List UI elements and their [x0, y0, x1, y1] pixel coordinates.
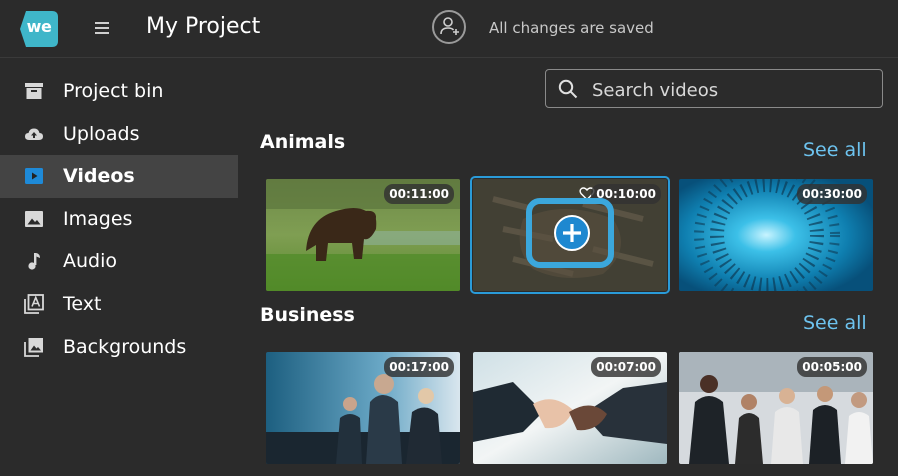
see-all-animals-link[interactable]: See all — [803, 139, 867, 161]
video-icon — [25, 168, 43, 185]
text-icon — [24, 294, 44, 314]
add-to-project-highlight — [526, 198, 614, 268]
video-duration: 00:30:00 — [797, 184, 867, 204]
sidebar-item-label: Project bin — [63, 80, 164, 102]
sidebar-item-label: Text — [63, 292, 102, 315]
sidebar-item-label: Images — [63, 207, 133, 230]
sidebar-item-audio[interactable]: Audio — [0, 240, 238, 283]
video-duration: 00:07:00 — [591, 357, 661, 377]
sidebar-item-backgrounds[interactable]: Backgrounds — [0, 326, 238, 369]
video-duration: 00:17:00 — [384, 357, 454, 377]
see-all-business-link[interactable]: See all — [803, 312, 867, 334]
project-title[interactable]: My Project — [146, 14, 260, 39]
video-thumbnail-fish[interactable]: 00:30:00 — [679, 179, 873, 291]
app-logo[interactable]: we — [18, 9, 60, 49]
search-icon — [558, 79, 578, 99]
image-icon — [25, 210, 43, 227]
section-title-business: Business — [260, 304, 355, 326]
sidebar-item-label: Audio — [63, 250, 118, 273]
video-thumbnail-team[interactable]: 00:05:00 — [679, 352, 873, 464]
video-thumbnail-tiger[interactable]: 00:10:00 — [470, 176, 670, 294]
sidebar-item-text[interactable]: Text — [0, 283, 238, 326]
sidebar-item-label: Videos — [63, 165, 135, 188]
archive-icon — [25, 83, 43, 99]
search-input[interactable] — [590, 76, 874, 104]
sidebar-item-label: Uploads — [63, 122, 140, 145]
video-duration: 00:05:00 — [797, 357, 867, 377]
video-duration: 00:11:00 — [384, 184, 454, 204]
sidebar-item-label: Backgrounds — [63, 335, 187, 358]
add-to-project-button[interactable] — [554, 215, 590, 251]
search-box — [545, 69, 883, 108]
video-thumbnail-bear[interactable]: 00:11:00 — [266, 179, 460, 291]
add-user-icon — [440, 17, 459, 35]
sidebar-item-videos[interactable]: Videos — [0, 155, 238, 198]
hamburger-menu-icon[interactable] — [93, 19, 111, 37]
music-note-icon — [28, 253, 40, 270]
sidebar-item-uploads[interactable]: Uploads — [0, 113, 238, 156]
backgrounds-icon — [24, 337, 43, 357]
sidebar-item-images[interactable]: Images — [0, 198, 238, 241]
cloud-upload-icon — [25, 128, 43, 140]
sidebar-item-project-bin[interactable]: Project bin — [0, 70, 238, 113]
logo-text: we — [26, 17, 52, 36]
top-bar: we My Project All changes are saved — [0, 0, 898, 58]
video-thumbnail-handshake[interactable]: 00:07:00 — [473, 352, 667, 464]
add-collaborator-button[interactable] — [432, 10, 466, 44]
sidebar: Project bin Uploads Videos Images Audio — [0, 70, 238, 368]
video-thumbnail-meeting[interactable]: 00:17:00 — [266, 352, 460, 464]
save-status: All changes are saved — [489, 19, 654, 37]
section-title-animals: Animals — [260, 131, 346, 153]
plus-icon — [563, 224, 581, 242]
